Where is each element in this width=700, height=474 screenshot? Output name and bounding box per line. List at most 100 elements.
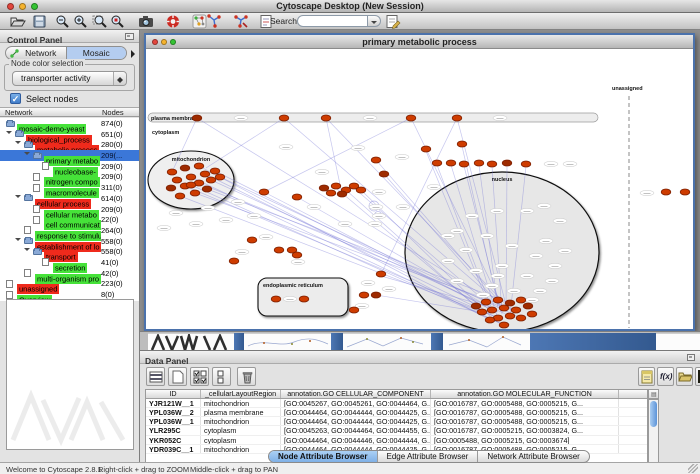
network-node[interactable] — [206, 177, 216, 183]
network-node[interactable] — [172, 177, 182, 183]
tree-row-4[interactable]: nucleobase-209(0) — [0, 161, 139, 172]
network-node[interactable] — [421, 146, 431, 152]
network-node[interactable] — [487, 307, 497, 313]
network-node[interactable] — [359, 292, 369, 298]
network-node[interactable] — [527, 311, 537, 317]
table-column-header[interactable]: annotation.GO CELLULAR_COMPONENT — [281, 390, 431, 398]
network-node[interactable] — [247, 237, 257, 243]
table-column-header[interactable]: _cellularLayoutRegion — [201, 390, 281, 398]
network-node[interactable] — [376, 271, 386, 277]
float-panel-icon[interactable] — [687, 354, 695, 361]
delete-attribute-button[interactable] — [237, 367, 256, 386]
tree-row-14[interactable]: multi-organism pro42(0) — [0, 268, 139, 279]
destroy-view-icon[interactable] — [233, 14, 249, 29]
network-node[interactable] — [337, 191, 347, 197]
layout-network-icon[interactable] — [192, 14, 208, 29]
tree-row-6[interactable]: macromolecule311(0) — [0, 182, 139, 193]
tree-row-10[interactable]: response to stimulu264(0) — [0, 225, 139, 236]
network-node[interactable] — [452, 115, 462, 121]
unselect-attributes-button[interactable] — [212, 367, 231, 386]
network-node[interactable] — [477, 309, 487, 315]
zoom-out-icon[interactable] — [55, 14, 71, 29]
network-node[interactable] — [186, 182, 196, 188]
network-node[interactable] — [194, 163, 204, 169]
table-row[interactable]: YPL036W__2plasma membrane[GO:0044464, GO… — [146, 408, 647, 417]
network-node[interactable] — [487, 161, 497, 167]
formula-button[interactable]: f(x) — [657, 367, 674, 386]
network-node[interactable] — [523, 303, 533, 309]
network-node[interactable] — [166, 185, 176, 191]
scrollbar-thumb[interactable] — [650, 401, 657, 427]
network-node[interactable] — [432, 160, 442, 166]
table-row[interactable]: YLR295Ccytoplasm[GO:0045263, GO:0044464,… — [146, 426, 647, 435]
network-node[interactable] — [521, 161, 531, 167]
create-view-icon[interactable] — [207, 14, 223, 29]
background-network-thumbnail[interactable] — [443, 333, 530, 350]
network-node[interactable] — [499, 322, 509, 328]
tree-row-8[interactable]: cellular metabo209(0) — [0, 204, 139, 215]
tree-row-5[interactable]: nitrogen compo209(0) — [0, 171, 139, 182]
birds-eye-view[interactable] — [6, 299, 134, 450]
node-color-dropdown[interactable]: transporter activity — [12, 71, 127, 86]
select-nodes-checkbox[interactable] — [10, 93, 21, 104]
network-node[interactable] — [661, 189, 671, 195]
tree-row-0[interactable]: mosaic-demo-yeast874(0) — [0, 118, 139, 129]
network-node[interactable] — [459, 161, 469, 167]
select-attributes-button[interactable] — [190, 367, 209, 386]
tree-row-1[interactable]: biological_process651(0) — [0, 129, 139, 140]
background-network-thumbnail[interactable] — [343, 333, 431, 350]
more-tabs-arrow-icon[interactable] — [131, 50, 139, 58]
new-attribute-button[interactable] — [168, 367, 187, 386]
network-node[interactable] — [446, 160, 456, 166]
table-column-header[interactable]: annotation.GO MOLECULAR_FUNCTION — [431, 390, 619, 398]
network-node[interactable] — [349, 307, 359, 313]
network-node[interactable] — [190, 190, 200, 196]
network-node[interactable] — [371, 157, 381, 163]
import-attributes-button[interactable] — [676, 367, 693, 386]
window-resize-grip[interactable] — [688, 464, 698, 473]
minimize-window-icon[interactable] — [19, 3, 26, 10]
tree-row-12[interactable]: transport558(0) — [0, 246, 139, 257]
tree-row-13[interactable]: secretion41(0) — [0, 257, 139, 268]
network-node[interactable] — [516, 315, 526, 321]
network-node[interactable] — [321, 115, 331, 121]
network-node[interactable] — [229, 258, 239, 264]
network-node[interactable] — [210, 168, 220, 174]
attribute-select-button[interactable] — [146, 367, 165, 386]
zoom-window-icon[interactable] — [31, 3, 38, 10]
network-node[interactable] — [292, 194, 302, 200]
zoom-in-icon[interactable] — [73, 14, 89, 29]
network-node[interactable] — [274, 247, 284, 253]
background-window-frame[interactable] — [234, 333, 244, 350]
table-row[interactable]: YKR052Ccytoplasm[GO:0044464, GO:0044446,… — [146, 436, 647, 445]
background-window-frame[interactable] — [331, 333, 343, 350]
network-node[interactable] — [502, 160, 512, 166]
network-node[interactable] — [331, 183, 341, 189]
network-node[interactable] — [200, 171, 210, 177]
tree-row-11[interactable]: establishment of lo558(0) — [0, 236, 139, 247]
network-node[interactable] — [356, 187, 366, 193]
network-node[interactable] — [680, 189, 690, 195]
tree-row-9[interactable]: cell communicat22(0) — [0, 214, 139, 225]
save-icon[interactable] — [32, 14, 48, 29]
tab-mosaic[interactable]: Mosaic — [66, 47, 127, 59]
tab-edge-attribute-browser[interactable]: Edge Attribute Browser — [378, 451, 479, 462]
table-column-header[interactable]: ID — [146, 390, 201, 398]
search-input[interactable] — [297, 15, 368, 27]
network-node[interactable] — [516, 297, 526, 303]
network-node[interactable] — [511, 307, 521, 313]
tree-row-3[interactable]: primary metabo209(... — [0, 150, 139, 161]
tree-row-2[interactable]: metabolic process280(0) — [0, 139, 139, 150]
network-node[interactable] — [379, 171, 389, 177]
background-window-zoomed-label[interactable] — [148, 333, 234, 350]
open-folder-icon[interactable] — [10, 14, 26, 29]
edit-page-icon[interactable] — [385, 14, 401, 29]
matrix-button[interactable] — [695, 367, 700, 386]
zoom-view-icon[interactable] — [170, 39, 176, 45]
background-window-frame[interactable] — [431, 333, 443, 350]
snapshot-camera-icon[interactable] — [138, 14, 154, 29]
network-view-window[interactable]: primary metabolic process plasma membran… — [144, 33, 695, 331]
close-window-icon[interactable] — [7, 3, 14, 10]
background-window-edge[interactable] — [656, 333, 700, 350]
network-canvas[interactable]: plasma membrane cytoplasm mitochondrion … — [146, 50, 693, 329]
